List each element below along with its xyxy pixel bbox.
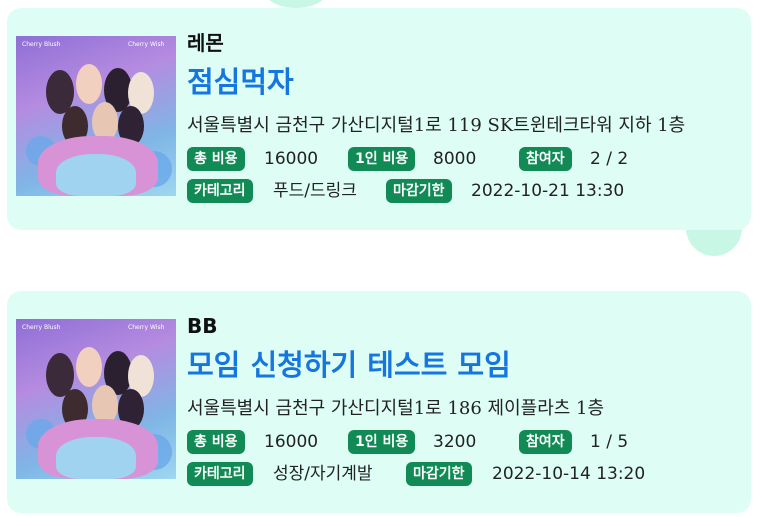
meeting-address: 서울특별시 금천구 가산디지털1로 186 제이플라츠 1층 xyxy=(187,398,605,419)
thumbnail-brand-left: Cherry Blush xyxy=(22,324,61,331)
total-cost-badge: 총 비용 xyxy=(187,430,245,454)
host-name: 레몬 xyxy=(187,31,224,55)
meeting-thumbnail: Cherry Blush Cherry Wish xyxy=(16,36,176,196)
host-name: BB xyxy=(187,314,218,338)
total-cost-value: 16000 xyxy=(264,149,319,169)
category-badge: 카테고리 xyxy=(187,462,253,486)
participants-value: 1 / 5 xyxy=(590,432,629,452)
meeting-card[interactable]: Cherry Blush Cherry Wish BB 모임 신청하기 테스트 … xyxy=(7,291,751,513)
meeting-title[interactable]: 모임 신청하기 테스트 모임 xyxy=(187,345,741,385)
category-value: 성장/자기계발 xyxy=(273,464,373,484)
participants-badge: 참여자 xyxy=(519,430,572,454)
deadline-value: 2022-10-21 13:30 xyxy=(471,181,625,201)
thumbnail-brand-right: Cherry Wish xyxy=(128,41,165,48)
meeting-address: 서울특별시 금천구 가산디지털1로 119 SK트윈테크타워 지하 1층 xyxy=(187,115,686,136)
decor-blob xyxy=(266,0,326,8)
meeting-title[interactable]: 점심먹자 xyxy=(187,62,741,102)
participants-badge: 참여자 xyxy=(519,147,572,171)
category-value: 푸드/드링크 xyxy=(273,181,357,201)
participants-value: 2 / 2 xyxy=(590,149,629,169)
per-person-cost-badge: 1인 비용 xyxy=(348,430,416,454)
per-person-cost-value: 3200 xyxy=(433,432,477,452)
per-person-cost-badge: 1인 비용 xyxy=(348,147,416,171)
total-cost-badge: 총 비용 xyxy=(187,147,245,171)
thumbnail-brand-right: Cherry Wish xyxy=(128,324,165,331)
deadline-value: 2022-10-14 13:20 xyxy=(492,464,646,484)
thumbnail-brand-left: Cherry Blush xyxy=(22,41,61,48)
meeting-thumbnail: Cherry Blush Cherry Wish xyxy=(16,319,176,479)
deadline-badge: 마감기한 xyxy=(406,462,472,486)
total-cost-value: 16000 xyxy=(264,432,319,452)
deadline-badge: 마감기한 xyxy=(386,179,452,203)
meeting-card[interactable]: Cherry Blush Cherry Wish 레몬 점심먹자 서울특별시 금… xyxy=(7,8,751,230)
per-person-cost-value: 8000 xyxy=(433,149,477,169)
category-badge: 카테고리 xyxy=(187,179,253,203)
